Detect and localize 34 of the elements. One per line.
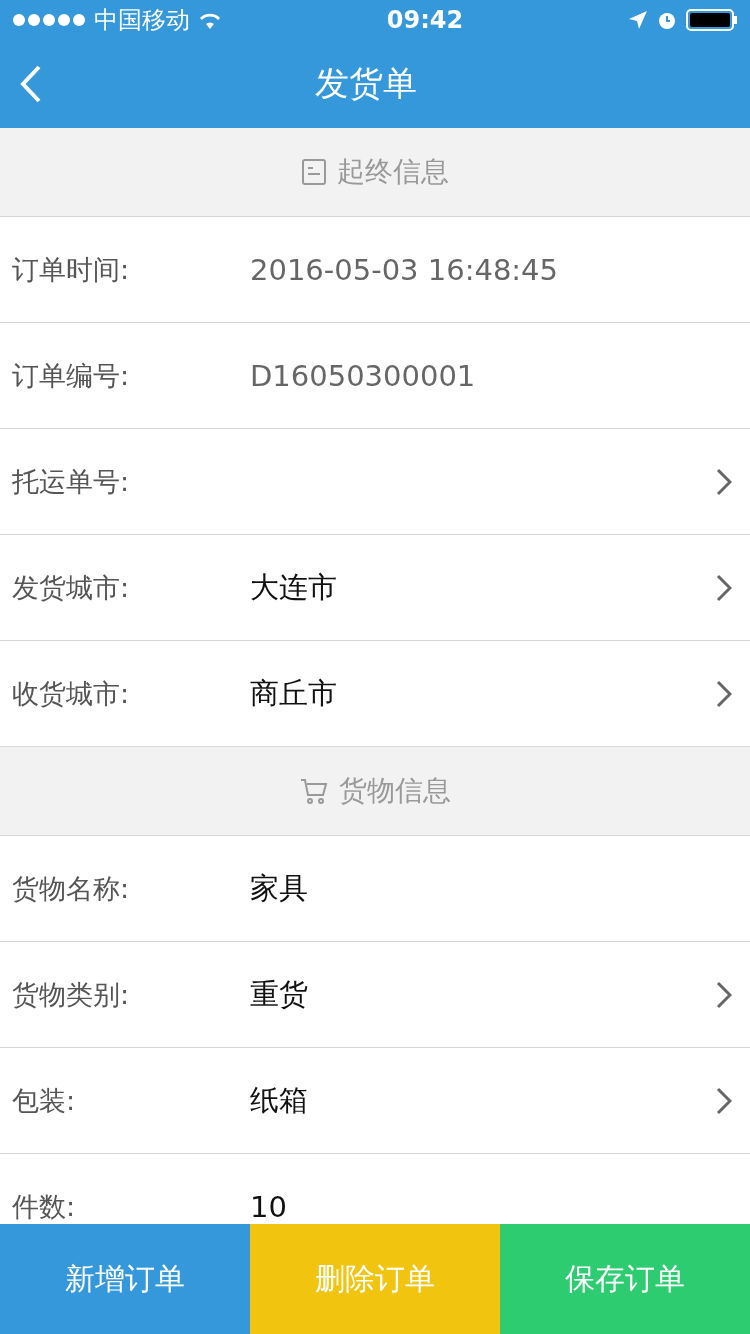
chevron-icon[interactable] [716, 467, 732, 496]
section-title: 起终信息 [337, 154, 449, 190]
field-value[interactable]: 家具 [250, 868, 732, 909]
form-icon [301, 158, 327, 186]
battery-icon [686, 9, 738, 31]
field-label: 收货城市: [12, 676, 131, 711]
field-label: 件数: [12, 1189, 77, 1224]
carrier-name: 中国移动 [94, 5, 190, 36]
signal-icon [12, 13, 86, 27]
chevron-icon[interactable] [716, 1086, 732, 1115]
field-value: D16050300001 [250, 358, 477, 393]
field-value[interactable]: 大连市 [250, 567, 716, 608]
field-label: 货物名称: [12, 871, 131, 906]
field-value: 2016-05-03 16:48:45 [250, 252, 559, 287]
clock-time: 09:42 [386, 6, 464, 34]
field-label: 发货城市: [12, 570, 131, 605]
section-title: 货物信息 [339, 773, 451, 809]
cart-icon [299, 776, 329, 806]
field-label: 托运单号: [12, 464, 131, 499]
field-label: 订单编号: [12, 358, 131, 393]
wifi-icon [198, 11, 222, 29]
field-value[interactable]: 10 [250, 1189, 732, 1224]
chevron-icon[interactable] [716, 573, 732, 602]
chevron-icon[interactable] [716, 679, 732, 708]
field-label: 包装: [12, 1083, 77, 1118]
field-value[interactable]: 纸箱 [250, 1080, 716, 1121]
field-value[interactable]: 重货 [250, 974, 716, 1015]
back-icon[interactable] [20, 65, 42, 103]
location-icon [628, 10, 648, 30]
field-label: 货物类别: [12, 977, 131, 1012]
chevron-icon[interactable] [716, 980, 732, 1009]
page-title: 发货单 [314, 62, 418, 105]
field-value[interactable]: 商丘市 [250, 673, 716, 714]
field-label: 订单时间: [12, 252, 131, 287]
